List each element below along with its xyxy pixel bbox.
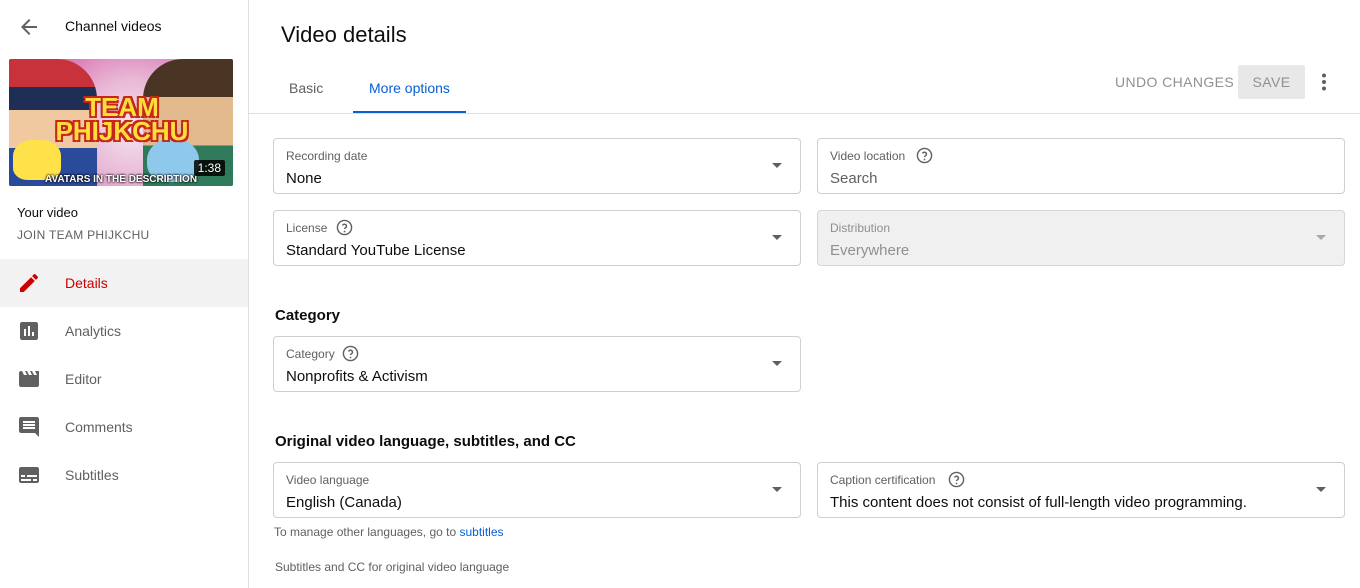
field-value: Standard YouTube License (286, 242, 466, 259)
pencil-icon (20, 273, 39, 292)
field-value: This content does not consist of full-le… (830, 494, 1247, 511)
help-icon[interactable] (342, 345, 359, 362)
field-label: Video location (830, 149, 906, 163)
help-icon[interactable] (916, 147, 933, 164)
main-content: Video details Basic More options UNDO CH… (249, 0, 1360, 588)
field-label: Distribution (830, 221, 891, 235)
subtitles-link[interactable]: subtitles (459, 525, 503, 539)
recording-date-dropdown[interactable]: Recording date None (273, 138, 801, 194)
thumbnail-title-line2: PHIJKCHU (55, 116, 189, 146)
tab-basic[interactable]: Basic (273, 66, 339, 113)
analytics-icon (20, 322, 38, 340)
sidebar-item-comments[interactable]: Comments (0, 403, 248, 451)
comment-icon (19, 417, 39, 437)
sidebar-nav: Details Analytics Editor Comments Subtit… (0, 259, 248, 499)
sidebar-item-analytics[interactable]: Analytics (0, 307, 248, 355)
back-title[interactable]: Channel videos (65, 18, 162, 34)
save-button[interactable]: SAVE (1238, 65, 1305, 99)
caption-certification-dropdown[interactable]: Caption certification This content does … (817, 462, 1345, 518)
sidebar: Channel videos TEAM PHIJKCHU AVATARS IN … (0, 0, 249, 588)
sidebar-item-label: Analytics (65, 323, 122, 339)
video-language-dropdown[interactable]: Video language English (Canada) (273, 462, 801, 518)
more-vert-icon[interactable] (1312, 70, 1336, 94)
field-label: Category (286, 347, 335, 361)
field-label: Video language (286, 473, 370, 487)
dropdown-arrow-icon (1316, 487, 1326, 492)
thumbnail-caption: AVATARS IN THE DESCRIPTION (45, 174, 198, 185)
video-location-input[interactable]: Search (830, 170, 878, 187)
video-thumbnail[interactable]: TEAM PHIJKCHU AVATARS IN THE DESCRIPTION… (9, 59, 233, 186)
field-label: License (286, 221, 328, 235)
field-value: Everywhere (830, 242, 910, 259)
manage-languages-helper: To manage other languages, go to subtitl… (274, 525, 504, 539)
sidebar-item-subtitles[interactable]: Subtitles (0, 451, 248, 499)
channel-name: JOIN TEAM PHIJKCHU (17, 228, 150, 242)
sidebar-item-label: Subtitles (65, 467, 119, 483)
distribution-dropdown: Distribution Everywhere (817, 210, 1345, 266)
field-label: Recording date (286, 149, 368, 163)
sidebar-item-label: Comments (65, 419, 133, 435)
field-label: Caption certification (830, 473, 936, 487)
header-divider (249, 113, 1360, 114)
dropdown-arrow-icon (772, 163, 782, 168)
subtitles-icon (19, 467, 39, 483)
sidebar-item-label: Editor (65, 371, 102, 387)
dropdown-arrow-icon (772, 361, 782, 366)
back-row: Channel videos (0, 0, 248, 54)
undo-changes-button[interactable]: UNDO CHANGES (1107, 65, 1242, 99)
dropdown-arrow-icon (772, 235, 782, 240)
field-value: Nonprofits & Activism (286, 368, 428, 385)
sidebar-item-editor[interactable]: Editor (0, 355, 248, 403)
your-video-label: Your video (17, 205, 78, 220)
field-value: English (Canada) (286, 494, 402, 511)
dropdown-arrow-icon (1316, 235, 1326, 240)
video-location-field[interactable]: Video location Search (817, 138, 1345, 194)
dropdown-arrow-icon (772, 487, 782, 492)
category-section-title: Category (275, 307, 341, 324)
tab-more-options[interactable]: More options (353, 66, 466, 113)
license-dropdown[interactable]: License Standard YouTube License (273, 210, 801, 266)
category-dropdown[interactable]: Category Nonprofits & Activism (273, 336, 801, 392)
language-section-title: Original video language, subtitles, and … (275, 433, 576, 450)
clapperboard-icon (19, 371, 39, 387)
page-title: Video details (281, 22, 407, 47)
sidebar-item-label: Details (65, 275, 108, 291)
subtitles-cc-label: Subtitles and CC for original video lang… (275, 560, 510, 574)
back-arrow-icon[interactable] (17, 15, 41, 39)
video-duration-badge: 1:38 (193, 160, 225, 176)
help-icon[interactable] (948, 471, 965, 488)
sidebar-item-details[interactable]: Details (0, 259, 248, 307)
helper-text: To manage other languages, go to (274, 525, 460, 539)
help-icon[interactable] (336, 219, 353, 236)
field-value: None (286, 170, 322, 187)
